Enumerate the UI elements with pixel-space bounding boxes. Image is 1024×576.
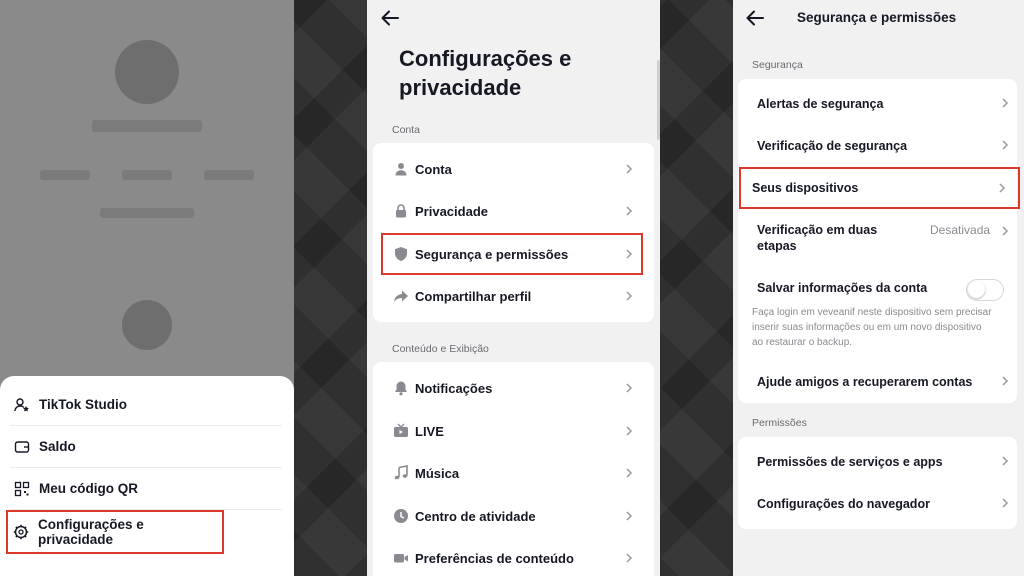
clock-icon — [393, 508, 409, 524]
section-label-security: Segurança — [752, 59, 803, 71]
toggle-knob — [968, 281, 985, 298]
menu-item-label: Configurações e privacidade — [38, 517, 144, 547]
share-icon — [393, 288, 409, 304]
chevron-right-icon — [1002, 226, 1009, 236]
profile-name-placeholder — [92, 120, 202, 132]
security-item-label: Ajude amigos a recuperarem contas — [757, 375, 973, 389]
security-item-duas-etapas[interactable]: Verificação em duas etapas — [757, 222, 907, 254]
menu-item-label: Meu código QR — [39, 481, 138, 496]
settings-item-label: Conta — [415, 161, 452, 177]
security-item-label: Seus dispositivos — [752, 181, 859, 195]
menu-item-qr-code[interactable]: Meu código QR — [10, 468, 282, 510]
security-item-ajude-amigos[interactable]: Ajude amigos a recuperarem contas — [757, 374, 972, 390]
settings-item-notificacoes[interactable]: Notificações — [373, 376, 654, 400]
settings-item-label: LIVE — [415, 423, 444, 439]
security-card: Alertas de segurança Verificação de segu… — [738, 79, 1020, 403]
chevron-right-icon — [1002, 456, 1009, 466]
empty-state-icon — [122, 300, 172, 350]
chevron-right-icon — [1002, 140, 1009, 150]
settings-item-label: Preferências de conteúdo — [415, 550, 574, 566]
settings-item-label: Notificações — [415, 380, 493, 396]
chevron-right-icon — [1002, 98, 1009, 108]
back-arrow-icon[interactable] — [744, 7, 766, 29]
two-step-status: Desativada — [930, 223, 991, 237]
save-info-description: Faça login em veveanif neste dispositivo… — [752, 307, 992, 348]
permission-item-navegador[interactable]: Configurações do navegador — [757, 496, 930, 512]
section-label-account: Conta — [392, 124, 421, 136]
settings-item-label: Centro de atividade — [415, 508, 536, 524]
music-note-icon — [393, 465, 409, 481]
qr-code-icon — [14, 481, 30, 497]
settings-item-seguranca[interactable]: Segurança e permissões — [381, 233, 643, 275]
settings-item-musica[interactable]: Música — [373, 461, 654, 485]
chevron-right-icon — [999, 183, 1006, 193]
menu-item-label: TikTok Studio — [39, 397, 128, 412]
gear-icon — [13, 524, 29, 540]
chevron-right-icon — [626, 164, 633, 174]
permission-item-label: Permissões de serviços e apps — [757, 455, 943, 469]
chevron-right-icon — [626, 383, 633, 393]
chevron-right-icon — [626, 511, 633, 521]
chevron-right-icon — [626, 206, 633, 216]
settings-item-label: Compartilhar perfil — [415, 288, 532, 304]
chevron-right-icon — [626, 426, 633, 436]
wallet-icon — [14, 439, 30, 455]
security-item-label: Salvar informações da conta — [757, 281, 928, 295]
settings-item-live[interactable]: LIVE — [373, 419, 654, 443]
tv-icon — [393, 423, 409, 439]
security-item-label: Verificação em duas etapas — [757, 223, 878, 253]
chevron-right-icon — [626, 249, 633, 259]
section-label-content: Conteúdo e Exibição — [392, 343, 489, 355]
security-item-dispositivos[interactable]: Seus dispositivos — [739, 167, 1020, 209]
shield-icon — [393, 246, 409, 262]
settings-item-label: Privacidade — [415, 203, 488, 219]
settings-item-conta[interactable]: Conta — [373, 157, 654, 181]
bio-placeholder — [100, 208, 194, 218]
chevron-right-icon — [626, 553, 633, 563]
page-title: Segurança e permissões — [797, 10, 957, 25]
content-card: Notificações LIVE Música Centro de ativi… — [373, 362, 654, 576]
chevron-right-icon — [1002, 498, 1009, 508]
chevron-right-icon — [1002, 376, 1009, 386]
menu-item-label: Saldo — [39, 439, 76, 454]
settings-item-preferencias-conteudo[interactable]: Preferências de conteúdo — [373, 546, 654, 570]
settings-item-label: Segurança e permissões — [415, 246, 569, 262]
account-card: Conta Privacidade Segurança e permissões… — [373, 143, 654, 322]
scrollbar[interactable] — [657, 60, 660, 140]
page-title: Configurações e privacidade — [399, 46, 572, 100]
bell-icon — [393, 380, 409, 396]
lock-icon — [393, 203, 409, 219]
security-item-label: Alertas de segurança — [757, 97, 884, 111]
settings-item-compartilhar-perfil[interactable]: Compartilhar perfil — [373, 284, 654, 308]
settings-item-label: Música — [415, 465, 460, 481]
person-icon — [393, 161, 409, 177]
security-panel: Segurança e permissões Segurança Alertas… — [733, 0, 1024, 576]
bottom-sheet-menu: TikTok Studio Saldo Meu código QR Config… — [0, 376, 294, 576]
settings-item-centro-atividade[interactable]: Centro de atividade — [373, 504, 654, 528]
permission-item-servicos[interactable]: Permissões de serviços e apps — [757, 454, 943, 470]
security-item-label: Verificação de segurança — [757, 139, 908, 153]
settings-item-privacidade[interactable]: Privacidade — [373, 199, 654, 223]
stat-placeholder — [122, 170, 172, 180]
menu-item-saldo[interactable]: Saldo — [10, 426, 282, 468]
chevron-right-icon — [626, 468, 633, 478]
person-star-icon — [14, 397, 30, 413]
menu-item-tiktok-studio[interactable]: TikTok Studio — [10, 384, 282, 426]
avatar — [115, 40, 179, 104]
security-item-alertas[interactable]: Alertas de segurança — [757, 96, 883, 112]
profile-panel: TikTok Studio Saldo Meu código QR Config… — [0, 0, 294, 576]
permission-item-label: Configurações do navegador — [757, 497, 930, 511]
security-item-verificacao[interactable]: Verificação de segurança — [757, 138, 907, 154]
section-label-permissions: Permissões — [752, 417, 807, 429]
settings-panel: Configurações e privacidade Conta Conta … — [367, 0, 660, 576]
back-arrow-icon[interactable] — [379, 7, 401, 29]
permissions-card: Permissões de serviços e apps Configuraç… — [738, 437, 1017, 529]
chevron-right-icon — [626, 291, 633, 301]
stat-placeholder — [204, 170, 254, 180]
stat-placeholder — [40, 170, 90, 180]
save-info-toggle[interactable] — [966, 279, 1004, 301]
menu-item-settings-privacy[interactable]: Configurações e privacidade — [6, 510, 224, 554]
video-camera-icon — [393, 550, 409, 566]
security-item-salvar-info: Salvar informações da conta — [757, 280, 927, 296]
